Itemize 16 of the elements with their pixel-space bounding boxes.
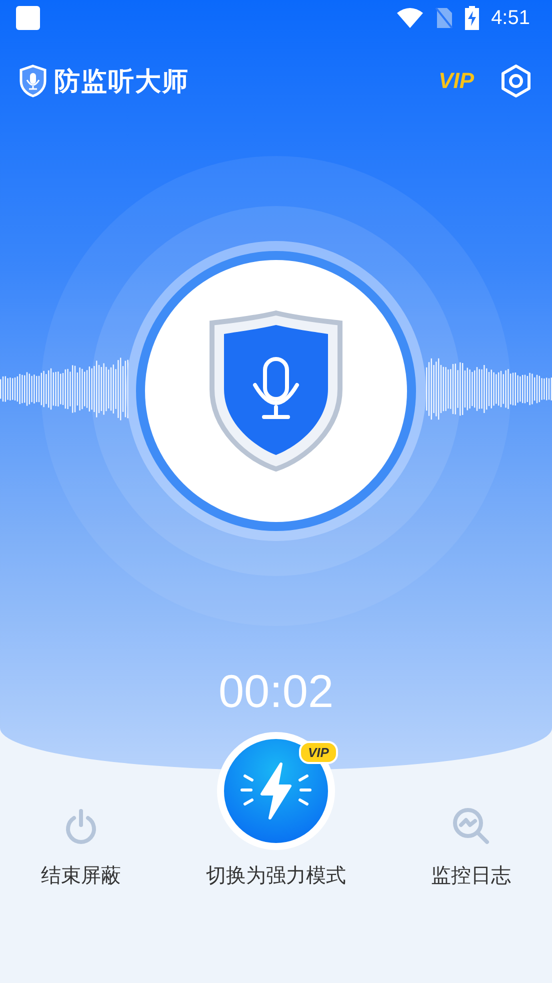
elapsed-timer: 00:02 — [217, 664, 335, 718]
app-title: 防监听大师 — [54, 66, 189, 98]
no-sim-icon — [435, 7, 454, 29]
notification-icon — [16, 6, 40, 30]
battery-charging-icon — [465, 6, 480, 30]
shield-mic-icon — [18, 64, 48, 98]
action-label: 切换为强力模式 — [206, 862, 346, 889]
settings-icon[interactable] — [500, 64, 532, 98]
action-label: 结束屏蔽 — [41, 862, 122, 889]
search-icon — [450, 806, 491, 846]
wifi-icon — [397, 8, 424, 28]
action-label: 监控日志 — [430, 862, 511, 889]
vip-badge: VIP — [299, 741, 338, 764]
status-time: 4:51 — [491, 6, 530, 30]
shield-button[interactable] — [145, 260, 407, 522]
boost-mode-button[interactable]: VIP — [216, 732, 335, 850]
